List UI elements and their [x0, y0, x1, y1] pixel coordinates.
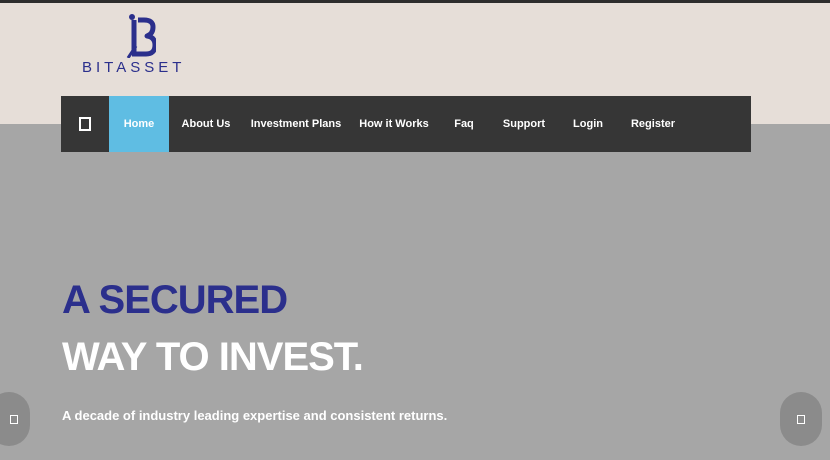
square-icon	[797, 414, 805, 424]
nav-item-investment-plans[interactable]: Investment Plans	[243, 96, 349, 152]
brand-name: BITASSET	[82, 59, 186, 76]
square-icon	[79, 117, 91, 131]
nav-item-about-us[interactable]: About Us	[169, 96, 243, 152]
hero-title-line1: A SECURED	[62, 278, 288, 322]
nav-item-faq[interactable]: Faq	[439, 96, 489, 152]
slider-prev-button[interactable]	[0, 392, 30, 446]
brand-logo[interactable]: BITASSET	[82, 14, 194, 78]
main-navigation: Home About Us Investment Plans How it Wo…	[61, 96, 751, 152]
nav-item-login[interactable]: Login	[559, 96, 617, 152]
hero-title-line2: WAY TO INVEST.	[62, 335, 364, 379]
nav-item-register[interactable]: Register	[617, 96, 689, 152]
nav-item-how-it-works[interactable]: How it Works	[349, 96, 439, 152]
nav-item-home[interactable]: Home	[109, 96, 169, 152]
hero-title: A SECURED WAY TO INVEST.	[62, 278, 364, 379]
bitasset-logo-icon	[126, 14, 156, 58]
slider-next-button[interactable]	[780, 392, 822, 446]
nav-item-support[interactable]: Support	[489, 96, 559, 152]
square-icon	[10, 414, 18, 424]
nav-menu-toggle[interactable]	[61, 96, 109, 152]
hero-subtitle: A decade of industry leading expertise a…	[62, 408, 448, 423]
